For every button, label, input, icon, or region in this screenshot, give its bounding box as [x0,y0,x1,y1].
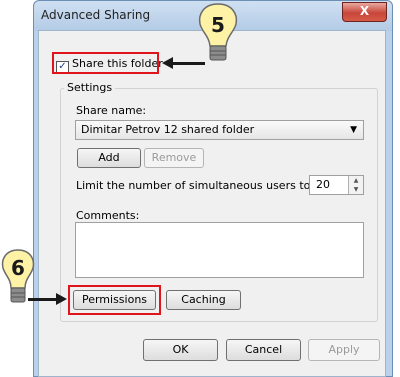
remove-button[interactable]: Remove [144,148,204,168]
callout-6-arrowhead-icon [56,293,67,305]
user-limit-value: 20 [316,178,330,191]
callout-5-arrow [172,62,205,65]
user-limit-spinner[interactable]: 20 ▲ ▼ [309,175,364,195]
settings-group-title: Settings [64,81,116,94]
callout-6-number: 6 [11,256,25,280]
callout-5-arrowhead-icon [162,57,173,69]
ok-button[interactable]: OK [143,339,218,361]
caching-button[interactable]: Caching [166,290,241,310]
window-title: Advanced Sharing [41,8,151,22]
callout-5-lightbulb-icon: 5 [198,3,238,61]
cancel-button[interactable]: Cancel [226,339,301,361]
callout-5-number: 5 [211,13,225,37]
spinner-arrows-icon[interactable]: ▲ ▼ [348,176,363,194]
comments-label: Comments: [76,209,140,222]
close-button[interactable]: X [342,2,387,22]
callout-6-arrow [28,298,58,301]
comments-textarea[interactable] [75,222,364,278]
apply-button[interactable]: Apply [308,339,380,361]
dropdown-arrow-icon[interactable]: ▼ [350,121,357,139]
share-name-label: Share name: [76,104,147,117]
add-button[interactable]: Add [77,148,141,168]
share-name-value: Dimitar Petrov 12 shared folder [81,123,255,136]
highlight-box-share [52,52,159,74]
highlight-box-permissions [68,285,161,315]
limit-users-label: Limit the number of simultaneous users t… [76,179,315,192]
share-name-combobox[interactable]: Dimitar Petrov 12 shared folder ▼ [75,120,364,140]
